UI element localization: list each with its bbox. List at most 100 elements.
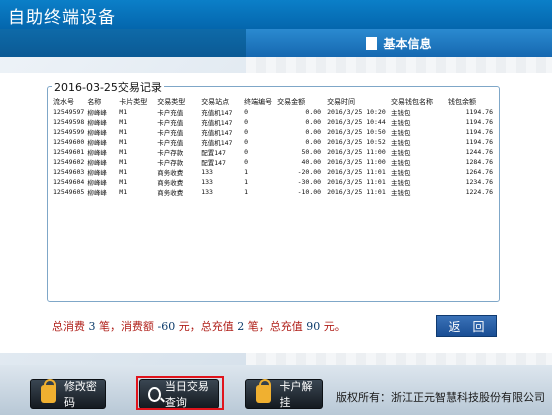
table-row[interactable]: 12549603 柳峰峰 M1 商务收费 133 1 -20.00 2016/3/25 11:…	[50, 167, 496, 177]
table-cell: 商务收费	[157, 169, 184, 177]
info-panel-title: 基本信息	[383, 36, 432, 51]
summary-text: 笔，总充值	[247, 320, 303, 333]
table-cell: 卡户存款	[157, 159, 184, 167]
table-cell: 柳峰峰	[87, 129, 107, 137]
summary-text: 元。	[323, 320, 346, 333]
column-header[interactable]: 交易时间	[324, 96, 388, 107]
column-header[interactable]: 终端编号	[241, 96, 274, 107]
table-cell: 0	[244, 128, 249, 136]
lock-icon	[256, 379, 272, 403]
table-cell: 充值机147	[201, 139, 233, 147]
table-cell: 133	[201, 168, 213, 176]
table-cell: 0.00	[305, 128, 322, 136]
table-cell: 柳峰峰	[87, 119, 107, 127]
consume-count: 3	[88, 320, 96, 333]
table-cell: M1	[119, 158, 128, 166]
table-row[interactable]: 12549599 柳峰峰 M1 卡户充值 充值机147 0 0.00 2016/3/25 10…	[50, 127, 496, 137]
consume-amount: -60	[157, 320, 176, 333]
table-cell: 卡户存款	[157, 149, 184, 157]
table-cell: 2016/3/25 11:00	[327, 148, 386, 156]
table-cell: M1	[119, 178, 128, 186]
table-cell: 12549601	[53, 148, 85, 156]
table-row[interactable]: 12549602 柳峰峰 M1 卡户存款 配置147 0 40.00 2016/3/25 11…	[50, 157, 496, 167]
table-cell: 1244.76	[465, 148, 493, 156]
recharge-amount: 90	[306, 320, 321, 333]
table-cell: -10.00	[297, 188, 322, 196]
table-row[interactable]: 12549598 柳峰峰 M1 卡户充值 充值机147 0 0.00 2016/3/25 10…	[50, 117, 496, 127]
table-cell: 柳峰峰	[87, 179, 107, 187]
column-header[interactable]: 交易金额	[274, 96, 324, 107]
column-header[interactable]: 钱包余额	[445, 96, 496, 107]
copyright-text: 版权所有：浙江正元智慧科技股份有限公司	[336, 391, 545, 404]
table-cell: 2016/3/25 11:01	[327, 188, 386, 196]
column-header[interactable]: 名称	[84, 96, 116, 107]
table-cell: 充值机147	[201, 109, 233, 117]
table-cell: 配置147	[201, 159, 226, 167]
table-cell: 12549600	[53, 138, 85, 146]
table-cell: 1284.76	[465, 158, 493, 166]
table-cell: 1194.76	[465, 118, 493, 126]
document-icon	[366, 36, 378, 50]
table-cell: 12549597	[53, 108, 85, 116]
table-cell: 0.00	[305, 138, 322, 146]
table-cell: 1194.76	[465, 108, 493, 116]
column-header[interactable]: 交易站点	[198, 96, 241, 107]
table-cell: 1224.76	[465, 188, 493, 196]
transaction-table[interactable]: 流水号 名称 卡片类型 交易类型 交易站点 终端编号 交易金额 交易时间 交易钱包名称 钱包余额 …	[50, 96, 496, 298]
table-header-row: 流水号 名称 卡片类型 交易类型 交易站点 终端编号 交易金额 交易时间 交易钱包名称 钱包余额	[50, 96, 496, 107]
change-password-button[interactable]: 修改密码	[30, 379, 106, 409]
table-cell: 主钱包	[391, 119, 411, 127]
title-bar: 自助终端设备	[0, 0, 552, 29]
table-cell: 1	[244, 178, 249, 186]
table-row[interactable]: 12549600 柳峰峰 M1 卡户充值 充值机147 0 0.00 2016/3/25 10…	[50, 137, 496, 147]
table-cell: 主钱包	[391, 179, 411, 187]
column-header[interactable]: 交易类型	[154, 96, 198, 107]
table-cell: M1	[119, 148, 128, 156]
table-cell: 2016/3/25 11:01	[327, 168, 386, 176]
return-button[interactable]: 返 回	[436, 315, 497, 337]
column-header[interactable]: 流水号	[50, 96, 84, 107]
table-cell: 充值机147	[201, 129, 233, 137]
table-cell: 柳峰峰	[87, 159, 107, 167]
table-cell: 商务收费	[157, 189, 184, 197]
recharge-count: 2	[237, 320, 245, 333]
table-cell: 2016/3/25 10:20	[327, 108, 386, 116]
table-cell: 1	[244, 168, 249, 176]
table-cell: 卡户充值	[157, 129, 184, 137]
column-header[interactable]: 交易钱包名称	[388, 96, 445, 107]
table-cell: M1	[119, 168, 128, 176]
table-row[interactable]: 12549604 柳峰峰 M1 商务收费 133 1 -30.00 2016/3/25 11:…	[50, 177, 496, 187]
table-cell: 1234.76	[465, 178, 493, 186]
table-cell: 0	[244, 138, 249, 146]
table-row[interactable]: 12549597 柳峰峰 M1 卡户充值 充值机147 0 0.00 2016/3/25 10…	[50, 107, 496, 117]
table-cell: 40.00	[301, 158, 322, 166]
column-header[interactable]: 卡片类型	[116, 96, 154, 107]
table-row[interactable]: 12549601 柳峰峰 M1 卡户存款 配置147 0 50.00 2016/3/25 11…	[50, 147, 496, 157]
summary-line: 总消费 3 笔，消费额 -60 元，总充值 2 笔，总充值 90 元。	[52, 318, 346, 334]
table-cell: 12549603	[53, 168, 85, 176]
table-cell: M1	[119, 118, 128, 126]
table-cell: 133	[201, 178, 213, 186]
table-cell: 1194.76	[465, 138, 493, 146]
table-cell: M1	[119, 128, 128, 136]
table-cell: 卡户充值	[157, 139, 184, 147]
table-cell: 主钱包	[391, 159, 411, 167]
summary-text: 总消费	[52, 320, 85, 333]
table-cell: 0	[244, 148, 249, 156]
table-cell: 卡户充值	[157, 109, 184, 117]
table-cell: 主钱包	[391, 129, 411, 137]
table-cell: 1	[244, 188, 249, 196]
summary-text: 元，总充值	[178, 320, 234, 333]
highlight-frame	[136, 376, 224, 410]
table-cell: 50.00	[301, 148, 322, 156]
table-cell: 2016/3/25 10:50	[327, 128, 386, 136]
table-cell: 12549604	[53, 178, 85, 186]
unlock-card-button[interactable]: 卡户解挂	[245, 379, 323, 409]
table-row[interactable]: 12549605 柳峰峰 M1 商务收费 133 1 -10.00 2016/3/25 11:…	[50, 187, 496, 197]
table-cell: 柳峰峰	[87, 189, 107, 197]
unlock-card-label: 卡户解挂	[279, 380, 313, 409]
table-cell: 充值机147	[201, 119, 233, 127]
table-cell: 主钱包	[391, 109, 411, 117]
table-cell: 0.00	[305, 108, 322, 116]
table-cell: 柳峰峰	[87, 149, 107, 157]
